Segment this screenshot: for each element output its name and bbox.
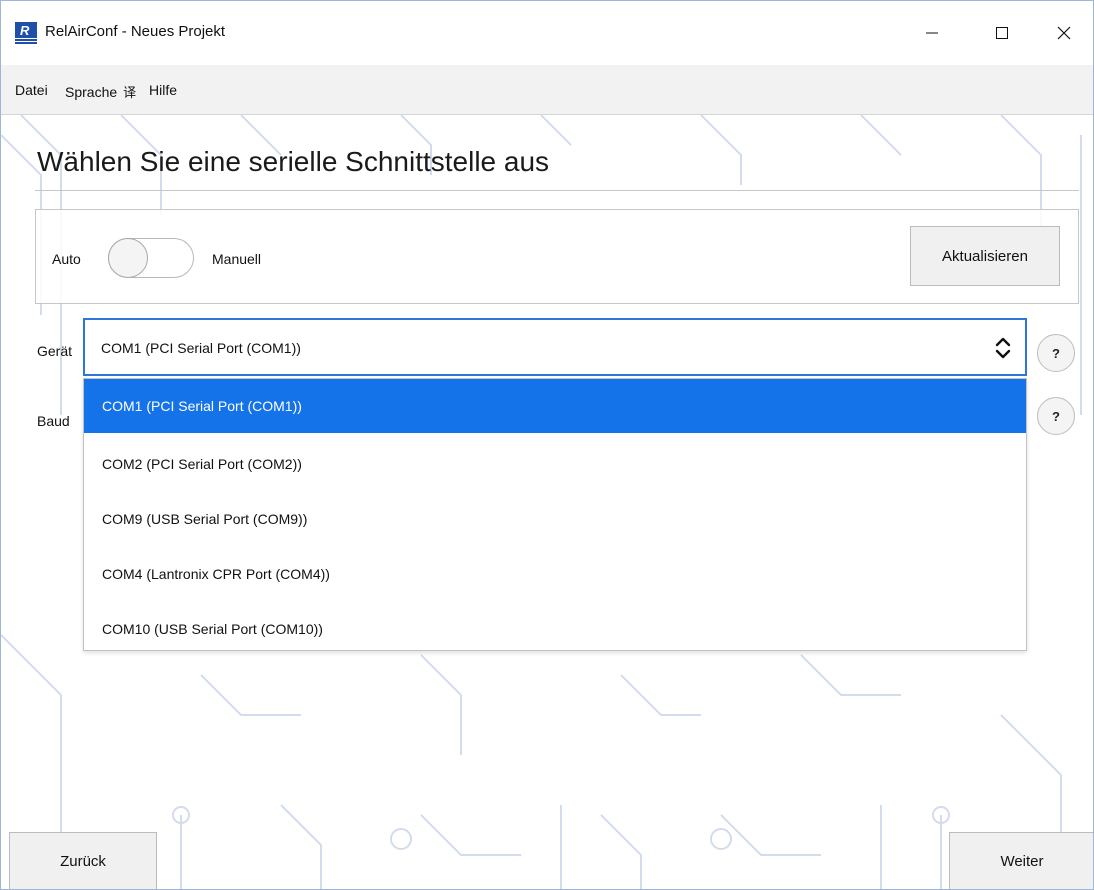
svg-text:R: R <box>20 23 30 38</box>
menu-hilfe[interactable]: Hilfe <box>149 82 177 98</box>
baud-label: Baud <box>37 413 70 429</box>
menu-sprache-label: Sprache <box>65 83 118 100</box>
close-button[interactable] <box>1041 11 1087 55</box>
next-button[interactable]: Weiter <box>949 832 1093 889</box>
page-title: Wählen Sie eine serielle Schnittstelle a… <box>37 146 550 177</box>
refresh-button[interactable]: Aktualisieren <box>910 226 1060 286</box>
title-bar: R RelAirConf - Neues Projekt <box>1 1 1093 63</box>
mode-panel: Auto Manuell Aktualisieren <box>35 209 1079 304</box>
device-help-button[interactable]: ? <box>1037 334 1075 372</box>
chevron-updown-icon <box>995 337 1011 359</box>
manual-label: Manuell <box>212 251 262 267</box>
app-window: R RelAirConf - Neues Projekt Datei Sprac… <box>0 0 1094 890</box>
device-label: Gerät <box>37 343 73 359</box>
device-option[interactable]: COM9 (USB Serial Port (COM9)) <box>84 492 1026 546</box>
heading-divider <box>35 190 1079 191</box>
close-icon <box>1057 26 1071 40</box>
menu-bar: Datei Sprache 译 Hilfe <box>1 65 1093 115</box>
toggle-knob <box>108 238 148 278</box>
minimize-button[interactable] <box>909 11 955 55</box>
relairconf-logo-icon: R <box>15 22 37 44</box>
device-option[interactable]: COM4 (Lantronix CPR Port (COM4)) <box>84 547 1026 601</box>
device-option[interactable]: COM2 (PCI Serial Port (COM2)) <box>84 437 1026 491</box>
device-option[interactable]: COM1 (PCI Serial Port (COM1)) <box>84 379 1026 433</box>
minimize-icon <box>926 32 938 34</box>
auto-manual-toggle[interactable] <box>108 238 194 278</box>
menu-sprache[interactable]: Sprache 译 <box>65 82 137 102</box>
maximize-icon <box>996 27 1008 39</box>
auto-label: Auto <box>52 251 81 267</box>
menu-datei[interactable]: Datei <box>15 82 48 98</box>
device-select-value: COM1 (PCI Serial Port (COM1)) <box>101 340 301 356</box>
back-button[interactable]: Zurück <box>9 832 157 889</box>
window-title: RelAirConf - Neues Projekt <box>45 23 226 40</box>
menu-datei-label: Datei <box>15 82 48 98</box>
baud-help-button[interactable]: ? <box>1037 397 1075 435</box>
device-dropdown-list: COM1 (PCI Serial Port (COM1)) COM2 (PCI … <box>83 378 1027 651</box>
maximize-button[interactable] <box>979 11 1025 55</box>
language-icon: 译 <box>123 86 137 101</box>
device-option[interactable]: COM10 (USB Serial Port (COM10)) <box>84 602 1026 656</box>
menu-hilfe-label: Hilfe <box>149 82 178 98</box>
device-select[interactable]: COM1 (PCI Serial Port (COM1)) <box>83 318 1027 376</box>
